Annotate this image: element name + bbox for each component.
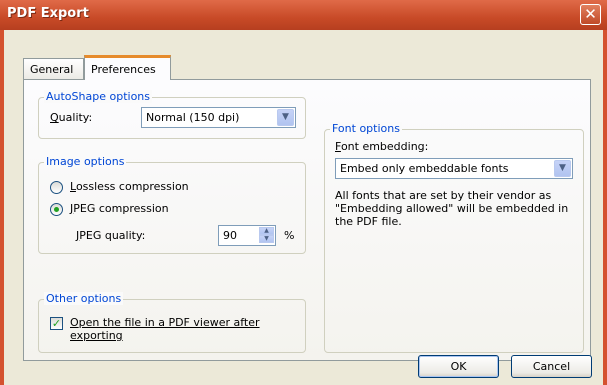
open-viewer-label[interactable]: Open the file in a PDF viewer after expor… — [70, 316, 260, 342]
quality-value: Normal (150 dpi) — [146, 111, 240, 124]
checkmark-icon: ✓ — [51, 317, 62, 330]
spin-down-icon[interactable]: ▼ — [259, 235, 274, 243]
font-embedding-select[interactable]: Embed only embeddable fonts ▼ — [335, 158, 573, 179]
chevron-down-icon[interactable]: ▼ — [554, 160, 571, 177]
ok-button[interactable]: OK — [418, 355, 499, 378]
cancel-button[interactable]: Cancel — [511, 355, 592, 378]
chevron-down-icon[interactable]: ▼ — [277, 109, 294, 126]
radio-selected-dot — [54, 207, 59, 212]
font-options-legend: Font options — [330, 122, 402, 135]
lossless-radio[interactable] — [50, 181, 63, 194]
tab-preferences-label: Preferences — [91, 63, 156, 76]
font-embedding-value: Embed only embeddable fonts — [340, 162, 509, 175]
open-viewer-checkbox[interactable]: ✓ — [50, 317, 63, 330]
image-options-group: Image options Lossless compression JPEG … — [38, 155, 306, 254]
pdf-export-window: PDF Export ✕ General Preferences AutoSha… — [0, 0, 607, 385]
autoshape-options-legend: AutoShape options — [44, 90, 152, 103]
other-options-legend: Other options — [44, 292, 124, 305]
font-embedding-description: All fonts that are set by their vendor a… — [335, 189, 569, 228]
jpeg-quality-label: JPEG quality: — [76, 229, 146, 242]
tab-preferences[interactable]: Preferences — [84, 55, 171, 80]
quality-label: Quality: — [50, 111, 93, 124]
lossless-label[interactable]: Lossless compression — [70, 180, 189, 193]
window-title: PDF Export — [7, 6, 89, 21]
jpeg-label[interactable]: JPEG compression — [70, 202, 169, 215]
title-bar[interactable]: PDF Export ✕ — [0, 0, 607, 30]
font-embedding-label: Font embedding: — [335, 140, 429, 153]
close-button[interactable]: ✕ — [580, 4, 601, 25]
jpeg-quality-unit: % — [284, 229, 295, 242]
preferences-panel: AutoShape options Quality: Normal (150 d… — [23, 79, 591, 361]
jpeg-quality-spinner[interactable]: 90 ▲ ▼ — [218, 225, 276, 246]
autoshape-options-group: AutoShape options Quality: Normal (150 d… — [38, 90, 306, 139]
close-icon: ✕ — [584, 5, 597, 23]
tab-general-label: General — [30, 63, 74, 76]
image-options-legend: Image options — [44, 155, 127, 168]
spin-up-icon[interactable]: ▲ — [259, 227, 274, 235]
quality-select[interactable]: Normal (150 dpi) ▼ — [141, 107, 296, 128]
dialog-client-area: General Preferences AutoShape options Qu… — [4, 30, 603, 385]
jpeg-radio[interactable] — [50, 203, 63, 216]
font-options-group: Font options Font embedding: Embed only … — [324, 122, 584, 353]
tab-general[interactable]: General — [23, 58, 84, 79]
other-options-group: Other options ✓ Open the file in a PDF v… — [38, 292, 306, 353]
jpeg-quality-value: 90 — [223, 229, 237, 242]
